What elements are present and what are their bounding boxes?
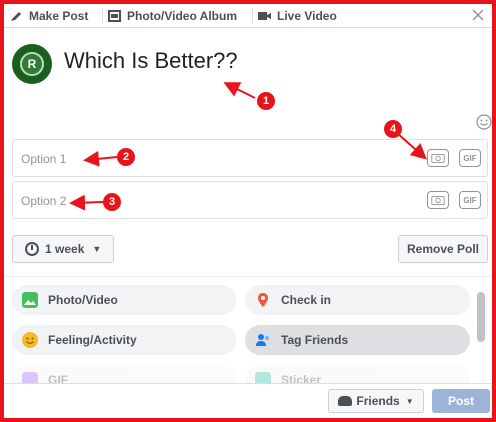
camera-icon[interactable] xyxy=(427,191,449,209)
photo-icon xyxy=(22,292,38,308)
annotation-badge-4: 4 xyxy=(384,120,402,138)
action-photo-video[interactable]: Photo/Video xyxy=(12,285,236,315)
poll-option-2[interactable]: Option 2 GIF xyxy=(12,181,488,219)
annotation-badge-3: 3 xyxy=(103,193,121,211)
gif-icon[interactable]: GIF xyxy=(459,191,481,209)
poll-composer: R Which Is Better?? xyxy=(12,44,480,94)
album-icon xyxy=(108,9,121,22)
audience-label: Friends xyxy=(356,394,400,408)
remove-poll-button[interactable]: Remove Poll xyxy=(398,235,488,263)
option-1-placeholder: Option 1 xyxy=(21,152,67,166)
action-tag-label: Tag Friends xyxy=(281,333,349,347)
feeling-icon xyxy=(22,332,38,348)
composer-tabs: Make Post Photo/Video Album Live Video xyxy=(4,4,492,28)
action-tag-friends[interactable]: Tag Friends xyxy=(245,325,470,355)
duration-label: 1 week xyxy=(45,242,85,256)
camera-icon[interactable] xyxy=(427,149,449,167)
avatar: R xyxy=(12,44,52,84)
composer-footer: Friends ▼ Post xyxy=(4,383,492,418)
tab-album-label: Photo/Video Album xyxy=(127,8,237,23)
option-2-placeholder: Option 2 xyxy=(21,194,67,208)
poll-duration-dropdown[interactable]: 1 week ▼ xyxy=(12,235,114,263)
tab-live-label: Live Video xyxy=(277,8,337,23)
clock-icon xyxy=(25,242,39,256)
section-divider xyxy=(4,276,492,277)
poll-question[interactable]: Which Is Better?? xyxy=(64,48,238,74)
live-video-icon xyxy=(258,11,271,20)
annotation-badge-1: 1 xyxy=(257,92,275,110)
action-checkin-label: Check in xyxy=(281,293,332,307)
tab-photo-video-album[interactable]: Photo/Video Album xyxy=(108,4,237,27)
tab-divider xyxy=(102,9,103,24)
emoji-icon[interactable] xyxy=(476,114,492,130)
chevron-down-icon: ▼ xyxy=(92,244,102,254)
action-photo-label: Photo/Video xyxy=(48,293,118,307)
tag-friends-icon xyxy=(256,334,269,346)
action-check-in[interactable]: Check in xyxy=(245,285,470,315)
action-feeling-label: Feeling/Activity xyxy=(48,333,137,347)
close-icon[interactable] xyxy=(470,7,486,23)
audience-selector[interactable]: Friends ▼ xyxy=(328,389,424,413)
chevron-down-icon: ▼ xyxy=(405,396,414,406)
friends-icon xyxy=(338,396,353,406)
poll-option-1[interactable]: Option 1 GIF xyxy=(12,139,488,177)
gif-icon[interactable]: GIF xyxy=(459,149,481,167)
avatar-letter: R xyxy=(20,52,44,76)
make-post-icon xyxy=(11,11,21,21)
action-feeling-activity[interactable]: Feeling/Activity xyxy=(12,325,236,355)
tab-make-post-label: Make Post xyxy=(29,8,89,23)
tab-divider xyxy=(252,9,253,24)
checkin-pin-icon xyxy=(258,293,268,307)
tab-live-video[interactable]: Live Video xyxy=(258,4,337,27)
scrollbar-thumb[interactable] xyxy=(477,292,485,342)
annotation-badge-2: 2 xyxy=(117,148,135,166)
tab-make-post[interactable]: Make Post xyxy=(10,4,88,27)
post-button[interactable]: Post xyxy=(432,389,490,413)
